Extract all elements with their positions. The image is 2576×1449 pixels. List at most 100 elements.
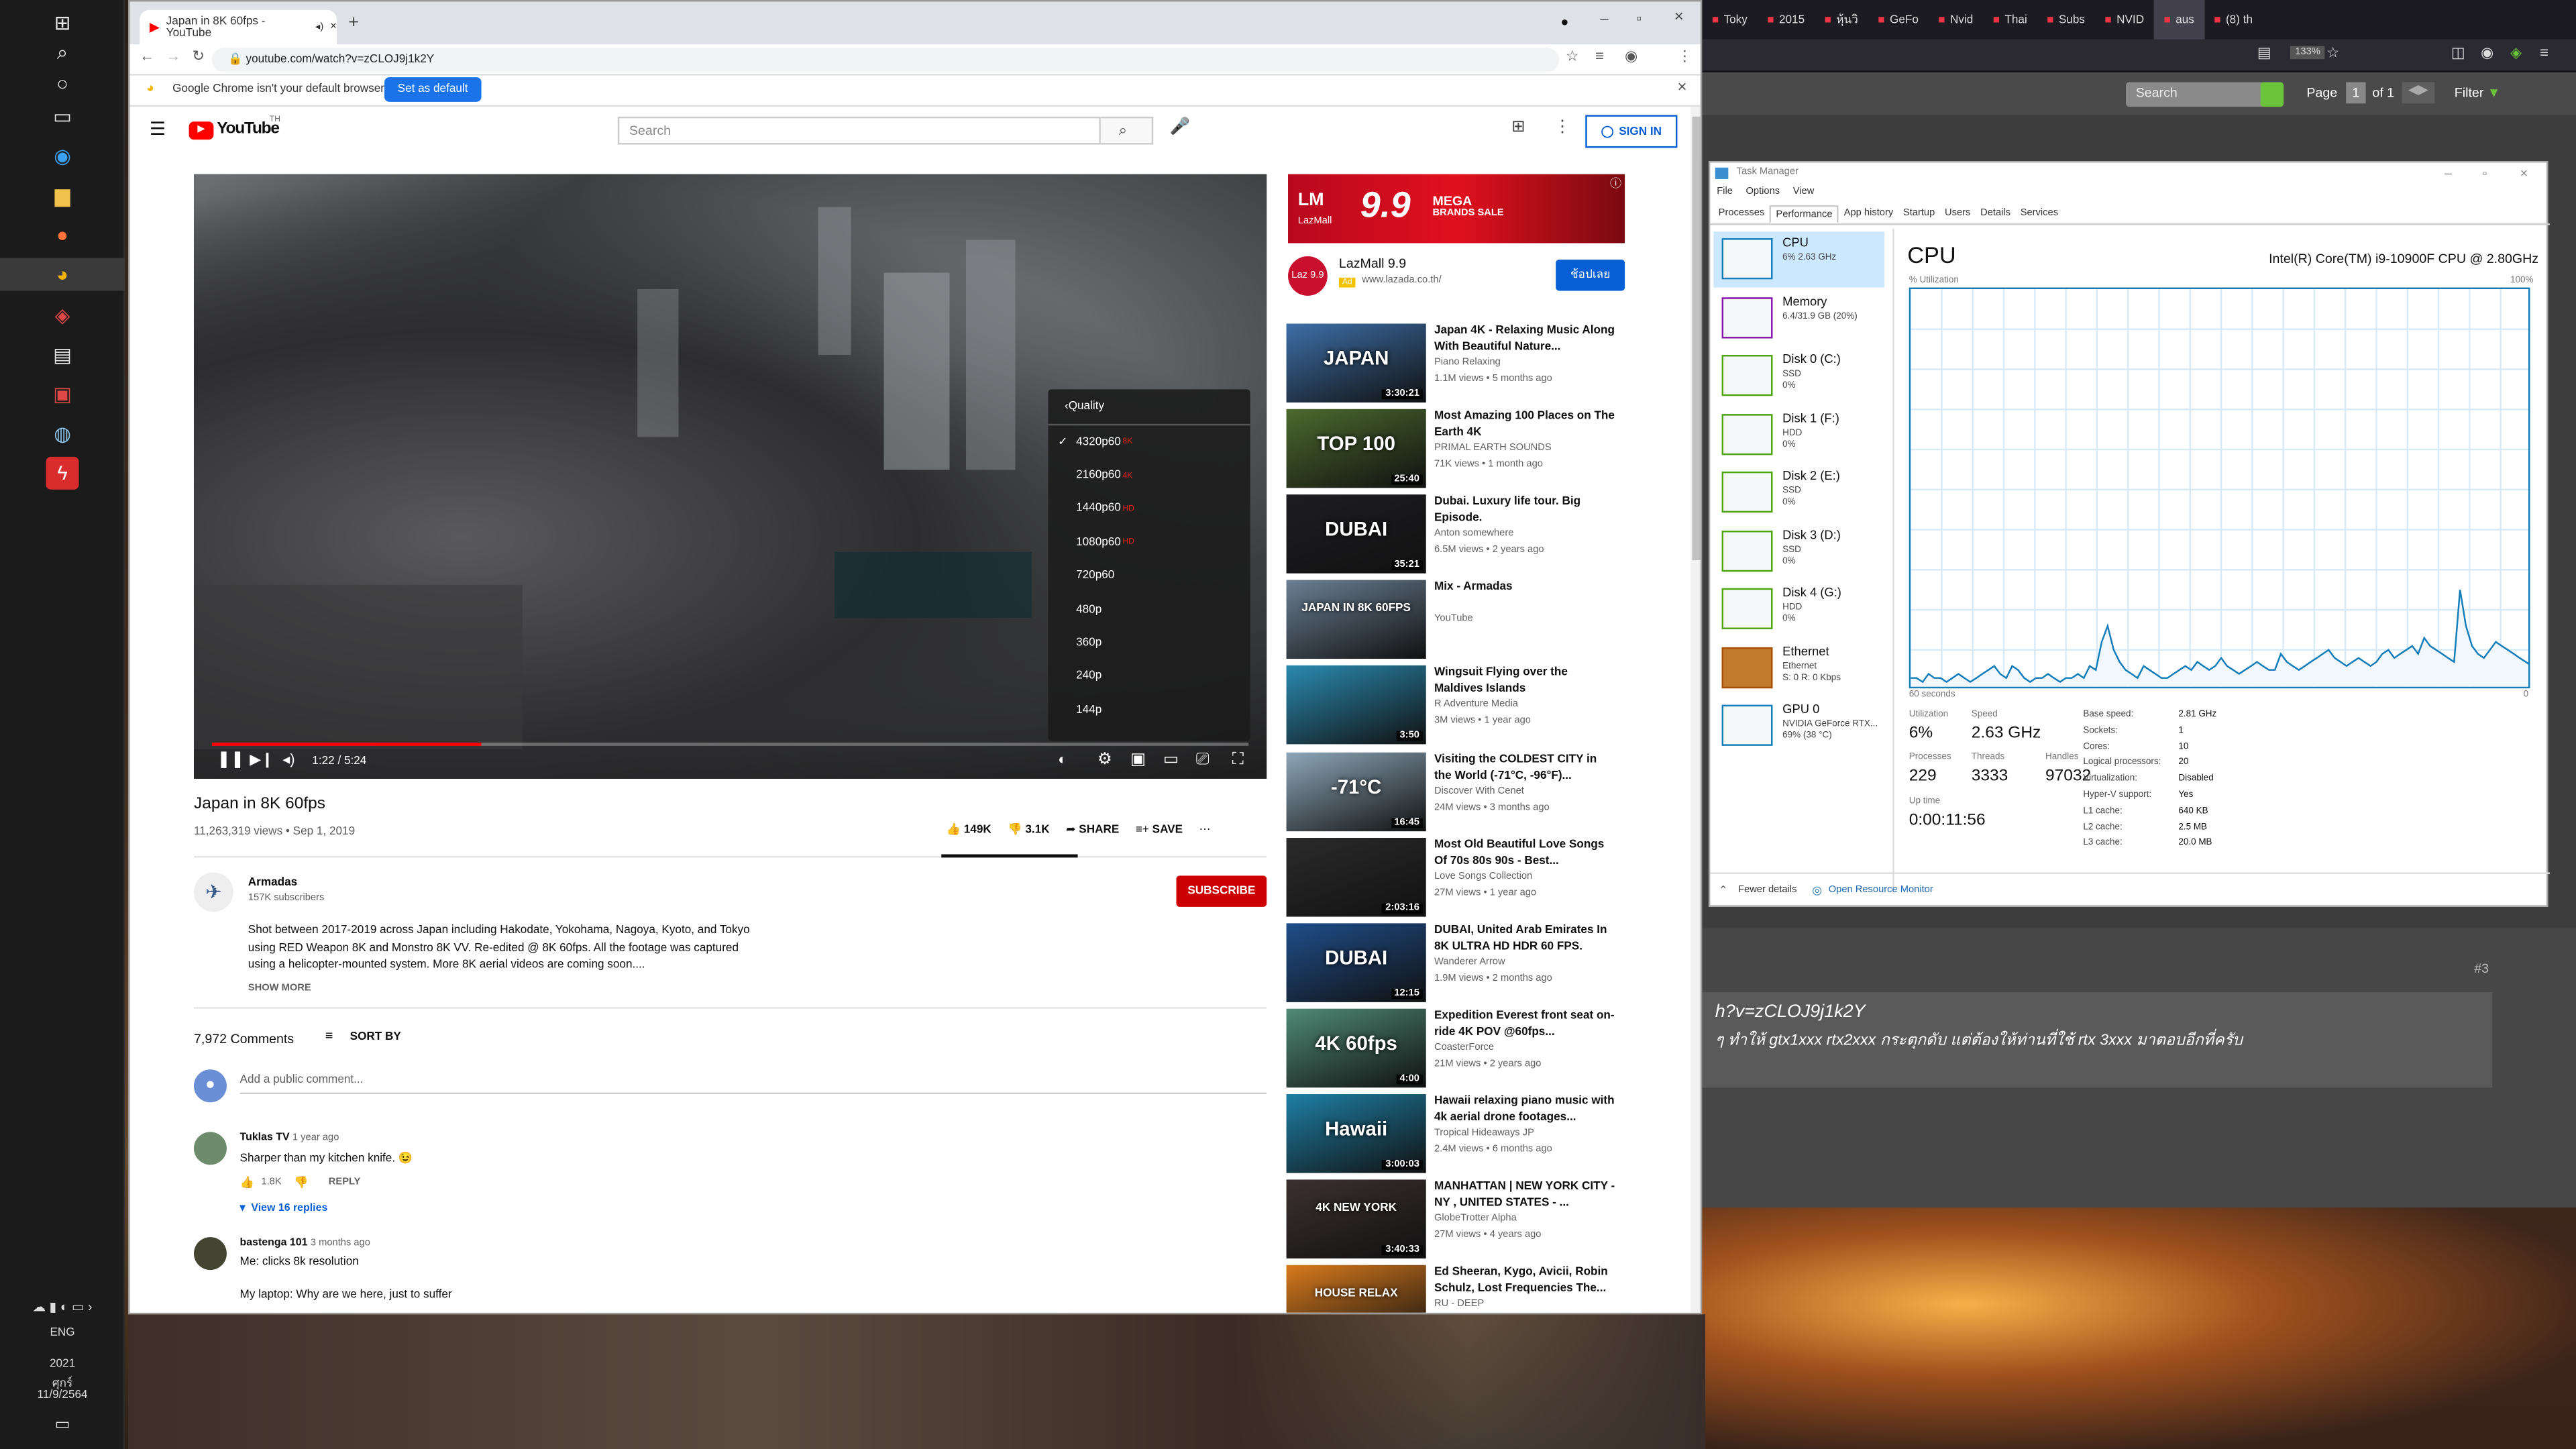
app-icon-1[interactable]: ◈ (46, 299, 79, 332)
firefox-tab[interactable]: ■ Subs (2037, 0, 2094, 40)
next-icon[interactable]: ▶❙ (250, 751, 273, 769)
tm-resource-item[interactable]: GPU 0 NVIDIA GeForce RTX... 69% (38 °C) (1713, 698, 1884, 754)
apps-grid-icon[interactable]: ⊞ (1511, 118, 1525, 136)
tm-menu-item[interactable]: Options (1746, 187, 1780, 203)
ad-cta-button[interactable]: ช้อปเลย (1556, 259, 1625, 291)
chrome-close-button[interactable]: × (1674, 8, 1684, 26)
page-number-input[interactable]: 1 (2346, 82, 2366, 104)
share-button[interactable]: ➦ SHARE (1066, 823, 1119, 836)
page-scrollbar[interactable] (1690, 107, 1701, 1313)
open-resource-monitor-link[interactable]: Open Resource Monitor (1829, 885, 1933, 896)
recommended-channel[interactable]: Anton somewhere (1434, 529, 1513, 539)
chrome-maximize-button[interactable]: ▫ (1636, 10, 1642, 26)
recommended-title[interactable]: Most Amazing 100 Places on The Earth 4K (1434, 409, 1615, 442)
forum-search-button[interactable] (2260, 82, 2284, 107)
tm-tab[interactable]: Users (1940, 205, 1976, 223)
recommended-channel[interactable]: Tropical Hideaways JP (1434, 1128, 1534, 1138)
video-thumbnail[interactable]: 4K 60fps 4:00 (1286, 1008, 1426, 1087)
view-replies-button[interactable]: ▾ View 16 replies (240, 1201, 328, 1214)
video-thumbnail[interactable]: DUBAI 35:21 (1286, 494, 1426, 574)
recommended-channel[interactable]: RU - DEEP (1434, 1299, 1484, 1309)
video-thumbnail[interactable]: JAPAN 3:30:21 (1286, 323, 1426, 403)
recommended-video[interactable]: Hawaii 3:00:03 Hawaii relaxing piano music… (1286, 1093, 1623, 1173)
hamburger-menu-icon[interactable]: ☰ (150, 118, 166, 140)
recommended-channel[interactable]: Discover With Cenet (1434, 786, 1524, 796)
fewer-details-link[interactable]: Fewer details (1738, 885, 1796, 896)
comment-reply-button[interactable]: REPLY (329, 1178, 361, 1188)
pause-icon[interactable]: ❚❚ (217, 751, 244, 769)
recommended-video[interactable]: 3:50 Wingsuit Flying over the Maldives Is… (1286, 665, 1623, 745)
recommended-video[interactable]: TOP 100 25:40 Most Amazing 100 Places on T… (1286, 409, 1623, 488)
miniplayer-icon[interactable]: ▣ (1130, 751, 1146, 769)
app-icon-3[interactable]: ▣ (46, 378, 79, 411)
tab-close-icon[interactable]: × (330, 21, 337, 33)
tm-menu-item[interactable]: File (1717, 187, 1733, 203)
minimize-button[interactable]: – (2445, 166, 2452, 180)
quality-option[interactable]: 720p60 (1048, 559, 1250, 593)
youtube-search-button[interactable]: ⌕ (1100, 116, 1154, 145)
volume-icon[interactable]: ◂) (282, 751, 294, 769)
tm-resource-item[interactable]: Ethernet Ethernet S: 0 R: 0 Kbps (1713, 640, 1884, 696)
firefox-tab[interactable]: ■ NVID (2095, 0, 2154, 40)
infobar-close-icon[interactable]: × (1677, 79, 1686, 97)
app-icon-2[interactable]: ▤ (46, 338, 79, 371)
fullscreen-icon[interactable]: ⛶ (1232, 751, 1244, 769)
channel-avatar[interactable]: ✈ (193, 872, 233, 912)
tab-audio-icon[interactable]: ◂) (315, 21, 323, 33)
bookmark-star-icon[interactable]: ☆ (2326, 44, 2340, 62)
firefox-tab[interactable]: ■ Toky (1702, 0, 1757, 40)
tm-menu-item[interactable]: View (1793, 187, 1815, 203)
start-icon[interactable]: ⊞ (46, 7, 79, 40)
firefox-tab[interactable]: ■ GeFo (1868, 0, 1929, 40)
chrome-profile-icon[interactable]: ● (1561, 15, 1569, 30)
recommended-title[interactable]: Expedition Everest front seat on-ride 4K… (1434, 1008, 1615, 1041)
steam-icon[interactable]: ◍ (46, 417, 79, 450)
show-more-link[interactable]: SHOW MORE (248, 984, 311, 994)
search-icon[interactable]: ⌕ (46, 36, 79, 69)
recommended-channel[interactable]: GlobeTrotter Alpha (1434, 1214, 1517, 1224)
back-icon[interactable]: ← (140, 48, 154, 64)
quality-option[interactable]: 240p (1048, 660, 1250, 694)
like-button[interactable]: 👍 149K (947, 823, 991, 836)
quality-menu[interactable]: ‹ Quality ✓ 4320p60 8K 2160p60 4K 1440p60 HD 108… (1048, 389, 1250, 741)
video-thumbnail[interactable]: 2:03:16 (1286, 837, 1426, 916)
extension-icon[interactable]: ◈ (2510, 44, 2522, 62)
ad-info-icon[interactable]: ⓘ (1610, 176, 1621, 192)
sort-icon[interactable]: ≡ (325, 1028, 333, 1043)
tm-resource-item[interactable]: Memory 6.4/31.9 GB (20%) (1713, 290, 1884, 345)
url-field[interactable]: 🔒 youtube.com/watch?v=zCLOJ9j1k2Y (211, 48, 1560, 72)
recommended-title[interactable]: Ed Sheeran, Kygo, Avicii, Robin Schulz, … (1434, 1265, 1615, 1298)
comment-avatar[interactable] (193, 1132, 227, 1165)
recommended-title[interactable]: MANHATTAN | NEW YORK CITY - NY , UNITED … (1434, 1179, 1615, 1212)
close-button[interactable]: × (2520, 166, 2528, 180)
quality-option[interactable]: 360p (1048, 627, 1250, 660)
reader-icon[interactable]: ▤ (2257, 44, 2271, 62)
video-player[interactable]: ‹ Quality ✓ 4320p60 8K 2160p60 4K 1440p60 HD 108… (193, 174, 1267, 779)
firefox-tab[interactable]: ■ Thai (1983, 0, 2037, 40)
recommended-channel[interactable]: Wanderer Arrow (1434, 957, 1505, 967)
chrome-tab[interactable]: ▶ Japan in 8K 60fps - YouTube ◂) × (140, 9, 337, 45)
firefox-tab[interactable]: ■ aus (2153, 0, 2204, 40)
video-thumbnail[interactable]: -71°C 16:45 (1286, 751, 1426, 830)
video-thumbnail[interactable]: DUBAI 12:15 (1286, 922, 1426, 1002)
settings-gear-icon[interactable]: ⚙ (1097, 751, 1112, 769)
quality-option[interactable]: 1440p60 HD (1048, 492, 1250, 526)
chrome-icon[interactable]: ◕ (0, 258, 125, 291)
recommended-video[interactable]: 4K 60fps 4:00 Expedition Everest front sea… (1286, 1008, 1623, 1087)
file-explorer-icon[interactable]: ▆ (46, 179, 79, 212)
tm-resource-item[interactable]: Disk 0 (C:) SSD 0% (1713, 348, 1884, 404)
recommended-channel[interactable]: Piano Relaxing (1434, 358, 1501, 368)
recommended-title[interactable]: Hawaii relaxing piano music with 4k aeri… (1434, 1094, 1615, 1127)
ad-name[interactable]: LazMall 9.9 (1339, 256, 1406, 271)
recommended-video[interactable]: DUBAI 35:21 Dubai. Luxury life tour. Big E… (1286, 494, 1623, 574)
recommended-video[interactable]: HOUSE RELAX Ed Sheeran, Kygo, Avicii, Rob… (1286, 1265, 1623, 1313)
zoom-level[interactable]: 133% (2290, 46, 2326, 60)
recommended-video[interactable]: 4K NEW YORK 3:40:33 MANHATTAN | NEW YORK C… (1286, 1179, 1623, 1258)
tm-resource-item[interactable]: CPU 6% 2.63 GHz (1713, 231, 1885, 288)
video-thumbnail[interactable]: 3:50 (1286, 665, 1426, 745)
cortana-icon[interactable]: ○ (46, 67, 79, 100)
video-thumbnail[interactable]: JAPAN IN 8K 60FPS (1286, 580, 1426, 659)
comment-author[interactable]: Tuklas TV (240, 1132, 290, 1143)
profile-icon[interactable]: ◉ (1625, 48, 1638, 66)
star-icon[interactable]: ☆ (1566, 48, 1579, 66)
